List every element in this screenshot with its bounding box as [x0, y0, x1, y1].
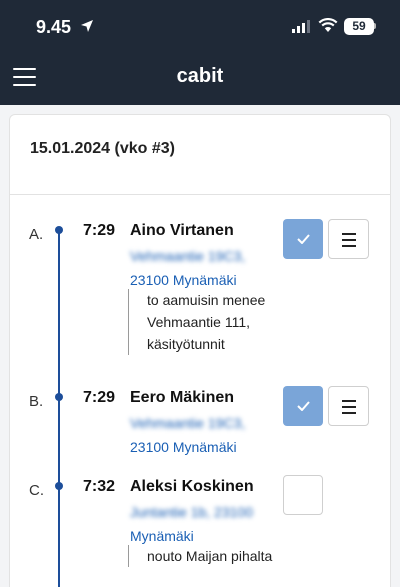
- stop-time: 7:29: [83, 222, 116, 239]
- address-line-1[interactable]: Juntantie 1b, 23100: [130, 504, 253, 520]
- stop-time: 7:29: [83, 389, 116, 406]
- battery-level: 59: [352, 19, 366, 33]
- done-check-button[interactable]: [283, 219, 323, 259]
- stop-note: nouto Maijan pihalta: [128, 545, 278, 567]
- timeline-line: [58, 227, 60, 587]
- address-line-2[interactable]: Mynämäki: [130, 528, 194, 544]
- location-arrow-icon: [81, 20, 93, 32]
- done-check-button[interactable]: [283, 386, 323, 426]
- timeline-dot: [55, 393, 63, 401]
- check-icon: [296, 234, 310, 245]
- done-check-button[interactable]: [283, 475, 323, 515]
- passenger-name: Aleksi Koskinen: [130, 478, 254, 495]
- card-header: 15.01.2024 (vko #3): [10, 115, 390, 195]
- list-icon: [342, 233, 356, 235]
- stop-letter: C.: [29, 482, 44, 499]
- passenger-name: Eero Mäkinen: [130, 389, 235, 406]
- details-menu-button[interactable]: [328, 219, 369, 259]
- address-line-2[interactable]: 23100 Mynämäki: [130, 272, 237, 288]
- status-bar: 9.45 59: [0, 0, 400, 52]
- address-line-1[interactable]: Vehmaantie 19C3,: [130, 415, 245, 431]
- list-icon: [342, 400, 356, 402]
- stop-note: to aamuisin menee Vehmaantie 111, käsity…: [128, 289, 278, 355]
- timeline-dot: [55, 482, 63, 490]
- stop-letter: B.: [29, 393, 44, 410]
- app-title: cabit: [176, 65, 224, 87]
- battery-icon: 59: [344, 18, 374, 35]
- stop-letter: A.: [29, 226, 44, 243]
- schedule-card: 15.01.2024 (vko #3) A. 7:29 Aino Virtane…: [9, 114, 391, 587]
- passenger-name: Aino Virtanen: [130, 222, 234, 239]
- date-heading: 15.01.2024 (vko #3): [30, 140, 175, 157]
- wifi-icon: [318, 18, 338, 32]
- status-time: 9.45: [36, 17, 72, 37]
- details-menu-button[interactable]: [328, 386, 369, 426]
- check-icon: [296, 401, 310, 412]
- address-line-1[interactable]: Vehmaantie 19C3,: [130, 248, 245, 264]
- battery-tip: [374, 23, 376, 29]
- signal-icon: [292, 20, 310, 33]
- timeline-dot: [55, 226, 63, 234]
- app-bar: cabit: [0, 52, 400, 105]
- stop-time: 7:32: [83, 478, 116, 495]
- address-line-2[interactable]: 23100 Mynämäki: [130, 439, 237, 455]
